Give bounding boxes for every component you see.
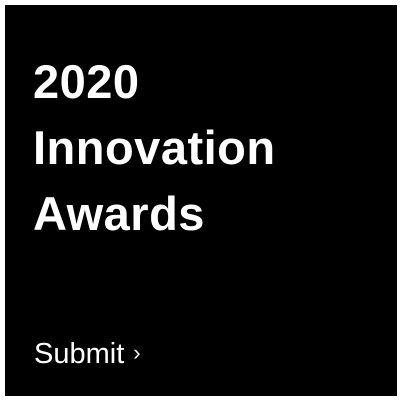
submit-link[interactable]: Submit › <box>34 336 141 372</box>
promo-headline: 2020 Innovation Awards <box>33 49 276 247</box>
promo-card: 2020 Innovation Awards Submit › <box>5 5 397 396</box>
submit-link-label: Submit <box>34 338 125 370</box>
chevron-right-icon: › <box>133 340 141 365</box>
headline-line-awards: Awards <box>33 187 205 240</box>
headline-line-innovation: Innovation <box>33 121 276 174</box>
headline-line-year: 2020 <box>33 55 140 108</box>
